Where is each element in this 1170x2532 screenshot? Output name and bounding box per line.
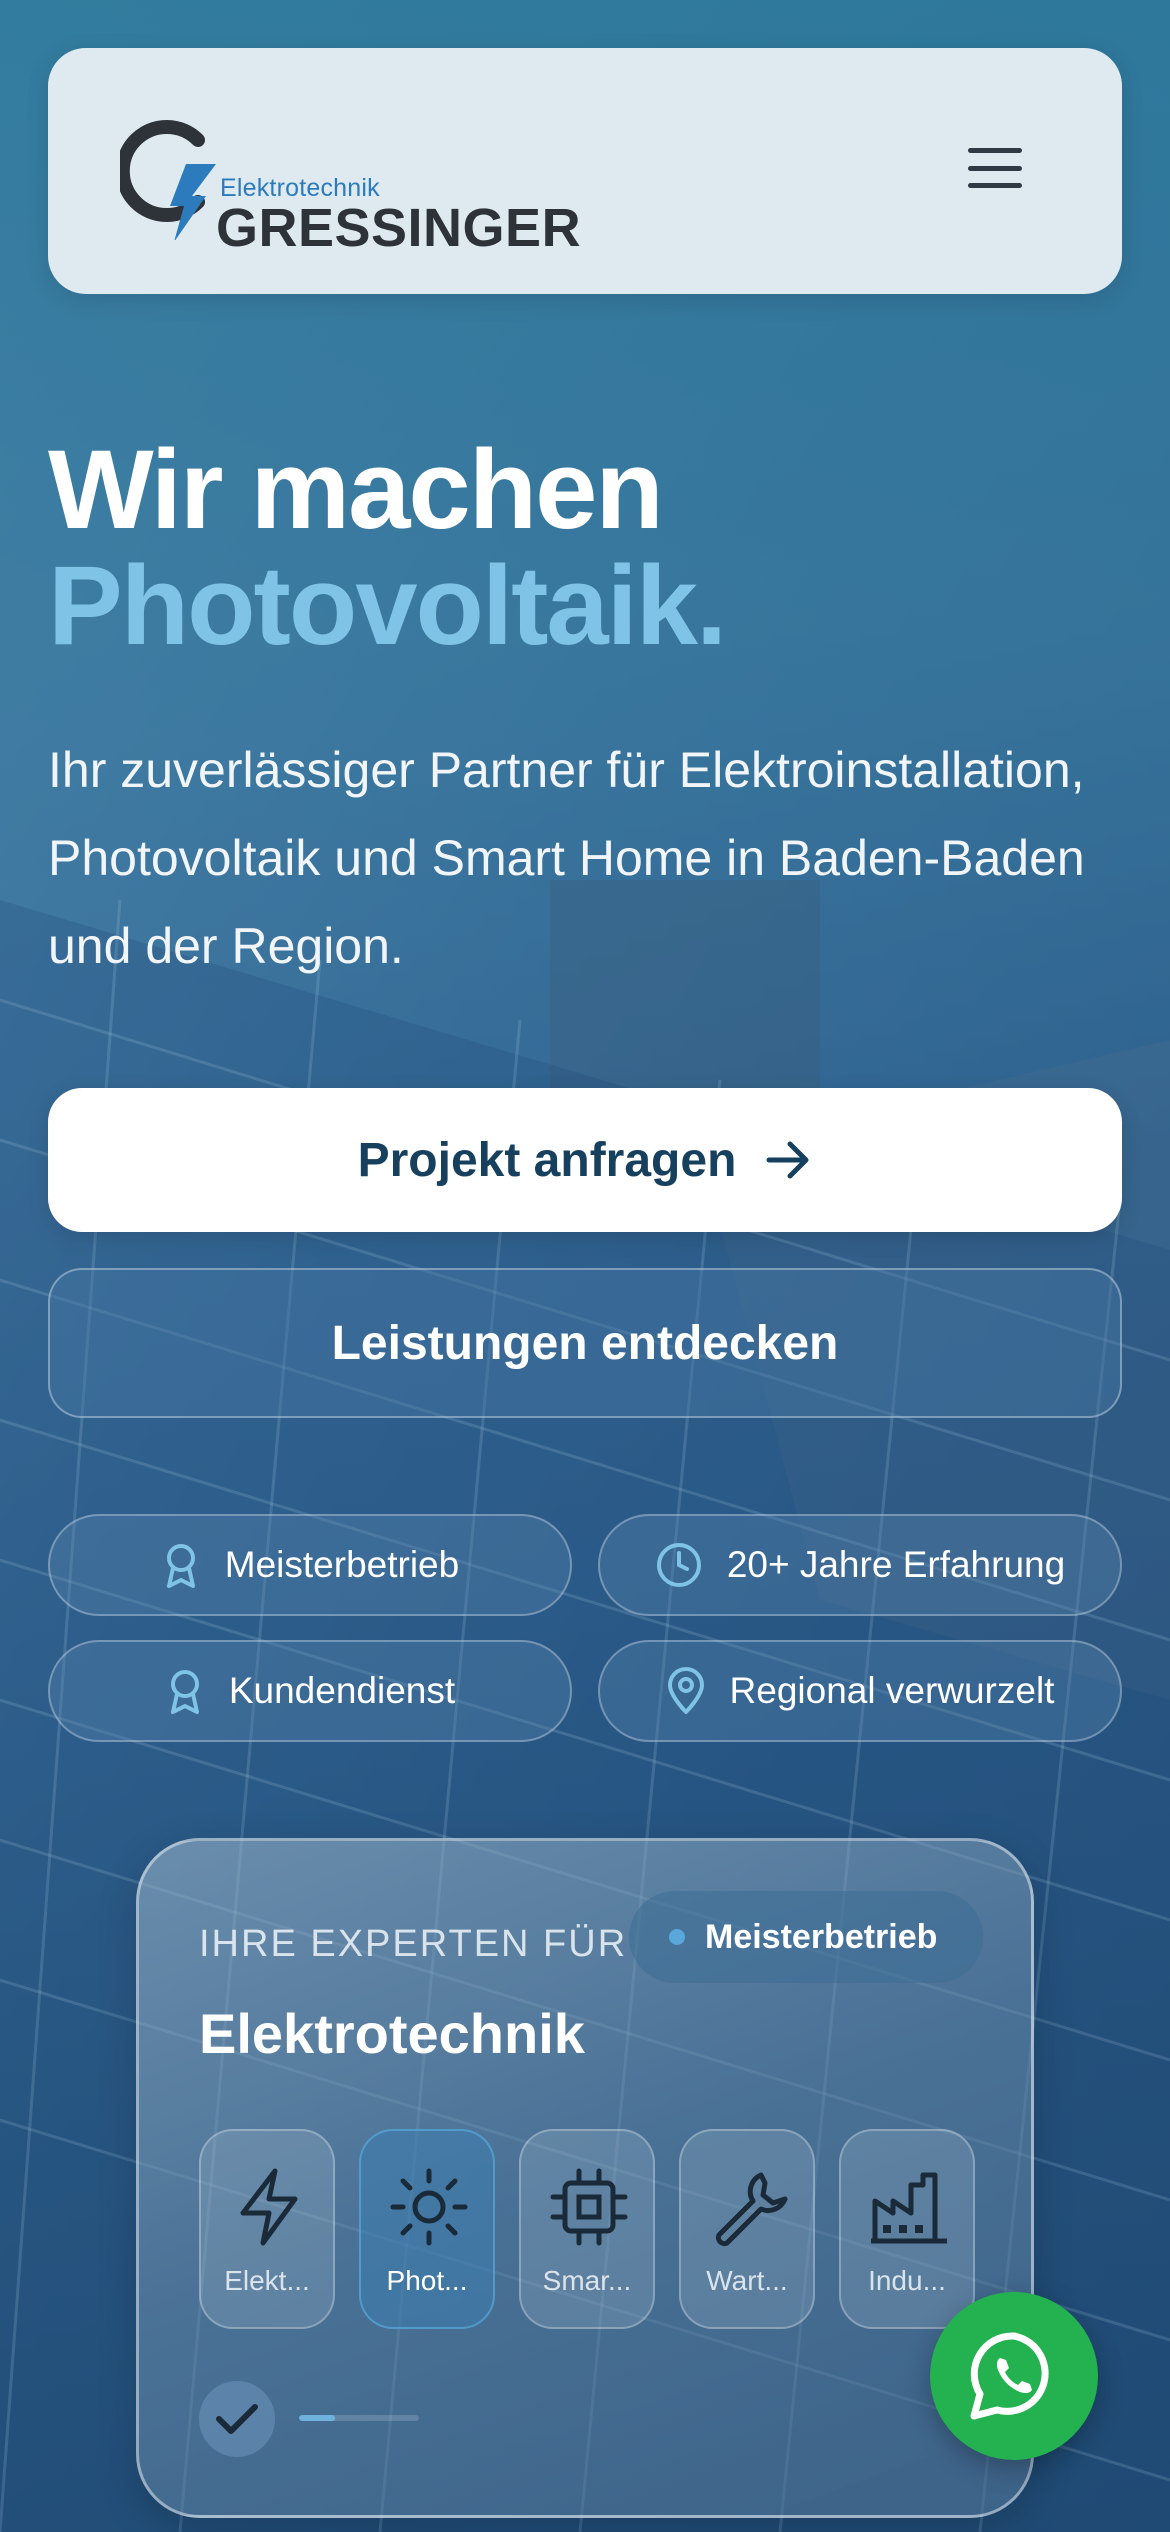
- wrench-icon: [715, 2172, 788, 2247]
- discover-services-button[interactable]: Leistungen entdecken: [48, 1268, 1122, 1418]
- hamburger-menu-icon[interactable]: [966, 144, 1024, 192]
- clock-icon: [656, 1543, 701, 1587]
- card-pill-label: Meisterbetrieb: [705, 1917, 938, 1956]
- badge-experience: 20+ Jahre Erfahrung: [598, 1514, 1122, 1616]
- tile-label: Phot...: [386, 2265, 468, 2296]
- chip-icon: [550, 2168, 628, 2246]
- carousel-progress-fill: [299, 2415, 335, 2421]
- logo-mark-icon: [120, 120, 216, 240]
- card-status-pill: Meisterbetrieb: [629, 1891, 983, 1983]
- hero-title-line1: Wir machen: [48, 427, 664, 552]
- project-request-label: Projekt anfragen: [357, 1133, 737, 1187]
- badge-label: Kundendienst: [228, 1670, 456, 1711]
- hero-subtitle: Ihr zuverlässiger Partner für Elektroins…: [48, 742, 1085, 974]
- tile-industrie[interactable]: Indu...: [839, 2129, 975, 2329]
- badge-label: 20+ Jahre Erfahrung: [726, 1544, 1066, 1585]
- hero-title-line2: Photovoltaik.: [48, 543, 727, 668]
- tile-label: Wart...: [706, 2265, 788, 2296]
- card-title: Elektrotechnik: [199, 2002, 585, 2065]
- tile-label: Elekt...: [224, 2265, 310, 2296]
- whatsapp-icon: [970, 2332, 1049, 2420]
- whatsapp-button[interactable]: [930, 2292, 1098, 2460]
- service-tiles: Elekt... Phot... Smar... Wart... Indu...: [199, 2129, 979, 2329]
- factory-icon: [871, 2172, 947, 2244]
- award-icon: [166, 1544, 195, 1588]
- map-pin-icon: [667, 1667, 704, 1714]
- logo-wordmark: GRESSINGER: [216, 198, 582, 258]
- badge-meisterbetrieb: Meisterbetrieb: [48, 1514, 572, 1616]
- badge-regional: Regional verwurzelt: [598, 1640, 1122, 1742]
- lightning-icon: [240, 2168, 298, 2246]
- check-icon: [199, 2381, 275, 2457]
- badge-label: Meisterbetrieb: [224, 1544, 460, 1585]
- project-request-button[interactable]: Projekt anfragen: [48, 1088, 1122, 1232]
- experts-card: IHRE EXPERTEN FÜR Meisterbetrieb Elektro…: [136, 1838, 1034, 2518]
- tile-photovoltaik[interactable]: Phot...: [359, 2129, 495, 2329]
- award-icon: [170, 1670, 199, 1714]
- status-dot: [669, 1929, 685, 1945]
- carousel-progress: [299, 2415, 419, 2421]
- arrow-right-icon: [766, 1141, 809, 1179]
- card-kicker: IHRE EXPERTEN FÜR: [199, 1923, 628, 1965]
- tile-label: Smar...: [542, 2265, 632, 2296]
- tile-smart-home[interactable]: Smar...: [519, 2129, 655, 2329]
- tile-label: Indu...: [868, 2265, 946, 2296]
- hero-title: Wir machen Photovoltaik.: [48, 427, 727, 668]
- discover-services-label: Leistungen entdecken: [331, 1316, 839, 1370]
- tile-elektrotechnik[interactable]: Elekt...: [199, 2129, 335, 2329]
- tile-wartung[interactable]: Wart...: [679, 2129, 815, 2329]
- badge-label: Regional verwurzelt: [729, 1670, 1055, 1711]
- company-logo[interactable]: Elektrotechnik GRESSINGER: [120, 110, 600, 258]
- site-header: Elektrotechnik GRESSINGER: [48, 48, 1122, 294]
- sun-icon: [390, 2168, 468, 2246]
- badge-kundendienst: Kundendienst: [48, 1640, 572, 1742]
